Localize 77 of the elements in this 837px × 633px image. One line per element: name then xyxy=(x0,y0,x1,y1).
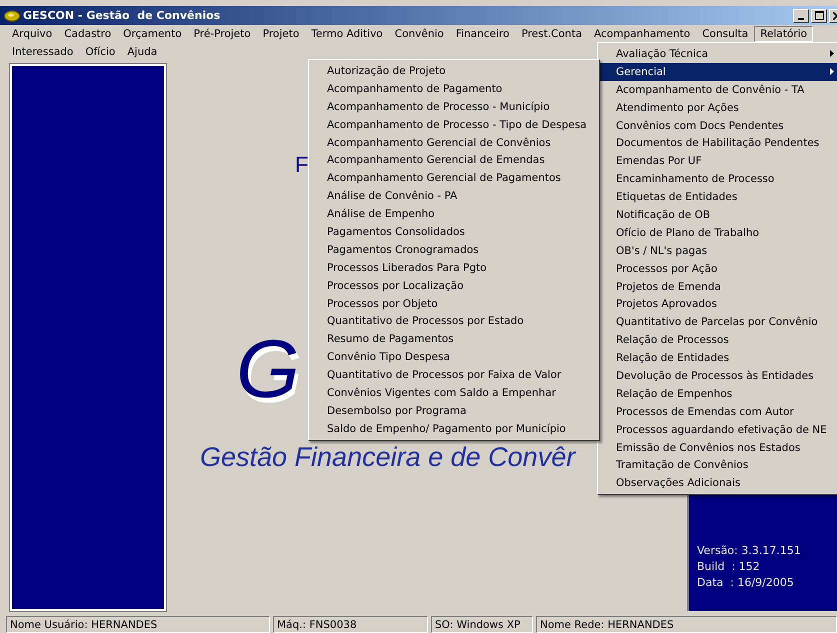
menu-item[interactable]: Ofício xyxy=(79,44,122,60)
menu-entry[interactable]: Documentos de Habilitação Pendentes xyxy=(600,134,837,152)
menu-entry[interactable]: Relação de Entidades xyxy=(600,349,837,368)
menu-entry[interactable]: Ofício de Plano de Trabalho xyxy=(600,224,837,242)
menu-item[interactable]: Orçamento xyxy=(117,26,188,42)
menu-entry[interactable]: Gerencial xyxy=(600,62,837,81)
menu-entry[interactable]: Autorização de Projeto xyxy=(311,62,597,80)
menu-item[interactable]: Projeto xyxy=(256,26,306,42)
menu-entry[interactable]: Acompanhamento Gerencial de Emendas xyxy=(311,151,597,170)
menu-item[interactable]: Prest.Conta xyxy=(515,26,588,42)
menu-entry[interactable]: Desembolso por Programa xyxy=(311,402,597,420)
maximize-icon xyxy=(814,11,824,20)
menu-entry[interactable]: Etiquetas de Entidades xyxy=(600,188,837,206)
app-subtitle: Gestão Financeira e de Convêr xyxy=(200,443,576,473)
menu-entry[interactable]: Relação de Processos xyxy=(600,331,837,350)
minimize-button[interactable] xyxy=(793,8,809,22)
menu-entry[interactable]: Observações Adicionais xyxy=(600,474,837,492)
window-title: GESCON - Gestão de Convênios xyxy=(23,9,222,22)
menu-entry[interactable]: Acompanhamento de Processo - Tipo de Despesa xyxy=(311,116,597,134)
logo-letter: G xyxy=(236,329,300,411)
menu-entry[interactable]: Processos aguardando efetivação de NE xyxy=(600,420,837,439)
menu-item[interactable]: Termo Aditivo xyxy=(305,26,389,42)
menu-entry[interactable]: Convênio Tipo Despesa xyxy=(311,348,597,366)
app-logo-icon xyxy=(4,10,20,22)
menu-entry[interactable]: Pagamentos Cronogramados xyxy=(311,240,597,259)
menu-entry[interactable]: Projetos Aprovados xyxy=(600,295,837,314)
menu-item[interactable]: Arquivo xyxy=(6,26,58,42)
menu-entry[interactable]: Atendimento por Ações xyxy=(600,98,837,117)
version-info: Data : 16/9/2005 xyxy=(697,576,795,589)
menu-item[interactable]: Convênio xyxy=(388,26,450,42)
version-info: Build : 152 xyxy=(697,560,761,573)
menu-entry[interactable]: Projetos de Emenda xyxy=(600,278,837,296)
menu-item[interactable]: Pré-Projeto xyxy=(188,26,257,42)
menu-entry[interactable]: Acompanhamento Gerencial de Pagamentos xyxy=(311,169,597,188)
menu-entry[interactable]: Encaminhamento de Processo xyxy=(600,170,837,188)
menu-entry[interactable]: Quantitativo de Processos por Faixa de Valor xyxy=(311,366,597,384)
menu-item[interactable]: Cadastro xyxy=(58,26,118,42)
minimize-icon xyxy=(798,18,804,20)
menu-item[interactable]: Ajuda xyxy=(121,44,164,60)
menu-entry[interactable]: Quantitativo de Parcelas por Convênio xyxy=(600,313,837,332)
menu-entry[interactable]: Avaliação Técnica xyxy=(600,45,837,63)
menu-entry[interactable]: Emissão de Convênios nos Estados xyxy=(600,438,837,456)
menu-item[interactable]: Consulta xyxy=(696,26,754,42)
menu-entry[interactable]: OB's / NL's pagas xyxy=(600,242,837,260)
logo-letter: F xyxy=(295,152,308,178)
status-panel: Máq.: FNS0038 xyxy=(273,616,428,633)
menu-entry[interactable]: Processos por Objeto xyxy=(311,294,597,312)
menu-entry[interactable]: Acompanhamento de Convênio - TA xyxy=(600,80,837,99)
menu-entry[interactable]: Saldo de Empenho/ Pagamento por Município xyxy=(311,420,597,438)
menu-entry[interactable]: Tramitação de Convênios xyxy=(600,456,837,474)
menu-entry[interactable]: Processos por Ação xyxy=(600,260,837,278)
menu-entry[interactable]: Notificação de OB xyxy=(600,206,837,224)
status-panel: Nome Usuário: HERNANDES xyxy=(6,616,270,633)
menu-entry[interactable]: Pagamentos Consolidados xyxy=(311,223,597,241)
menu-entry[interactable]: Processos de Emendas com Autor xyxy=(600,402,837,421)
status-panel: SO: Windows XP xyxy=(431,616,533,633)
menu-entry[interactable]: Processos por Localização xyxy=(311,276,597,295)
status-panel: Nome Rede: HERNANDES xyxy=(536,616,837,633)
menu-entry[interactable]: Emendas Por UF xyxy=(600,152,837,170)
menu-item[interactable]: Financeiro xyxy=(450,26,516,42)
menu-entry[interactable]: Acompanhamento de Processo - Município xyxy=(311,98,597,116)
menu-entry[interactable]: Análise de Convênio - PA xyxy=(311,187,597,206)
menu-item[interactable]: Interessado xyxy=(6,44,80,60)
menu-item[interactable]: Relatório xyxy=(754,26,814,42)
maximize-button[interactable] xyxy=(811,8,827,22)
menu-entry[interactable]: Quantitativo de Processos por Estado xyxy=(311,312,597,330)
menu-entry[interactable]: Processos Liberados Para Pgto xyxy=(311,258,597,277)
menu-item[interactable]: Acompanhamento xyxy=(588,26,696,42)
menu-entry[interactable]: Acompanhamento de Pagamento xyxy=(311,80,597,98)
menu-entry[interactable]: Análise de Empenho xyxy=(311,205,597,224)
menu-entry[interactable]: Relação de Empenhos xyxy=(600,384,837,403)
menu-entry[interactable]: Convênios com Docs Pendentes xyxy=(600,116,837,134)
version-info: Versão: 3.3.17.151 xyxy=(697,544,802,557)
menu-entry[interactable]: Resumo de Pagamentos xyxy=(311,330,597,348)
menu-entry[interactable]: Convênios Vigentes com Saldo a Empenhar xyxy=(311,384,597,402)
menu-entry[interactable]: Acompanhamento Gerencial de Convênios xyxy=(311,134,597,152)
menu-entry[interactable]: Devolução de Processos às Entidades xyxy=(600,367,837,385)
